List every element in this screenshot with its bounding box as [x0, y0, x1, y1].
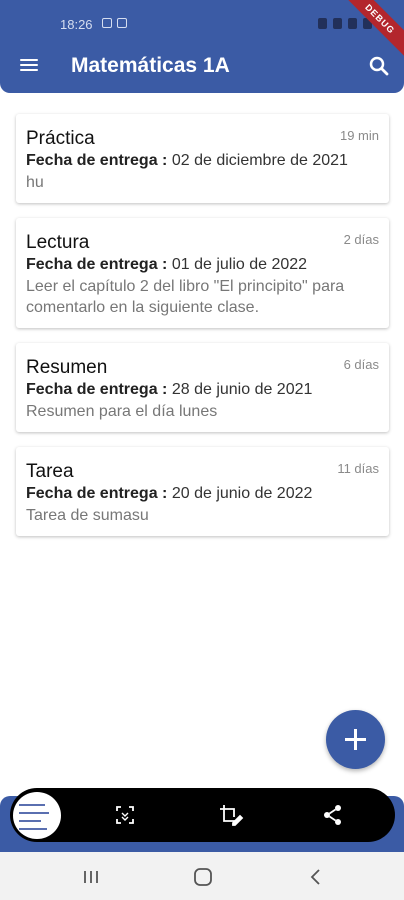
page-title: Matemáticas 1A: [71, 54, 230, 77]
list-item[interactable]: Lectura 2 días Fecha de entrega : 01 de …: [16, 218, 389, 328]
due-date: 20 de junio de 2022: [171, 485, 313, 502]
notification-icons: [102, 18, 127, 28]
assignment-time: 6 días: [343, 357, 379, 372]
back-icon[interactable]: [305, 866, 327, 888]
due-date-label: Fecha de entrega :: [26, 485, 168, 502]
due-date-label: Fecha de entrega :: [26, 381, 168, 398]
app-bar: 18:26 DEBUG Matemáticas 1A: [0, 0, 404, 93]
assignment-title: Práctica: [26, 128, 95, 149]
assignment-title: Resumen: [26, 357, 108, 378]
scroll-capture-icon[interactable]: [113, 803, 137, 827]
assignment-time: 2 días: [343, 232, 379, 247]
home-icon[interactable]: [192, 866, 214, 888]
list-item[interactable]: Tarea 11 días Fecha de entrega : 20 de j…: [16, 447, 389, 536]
menu-icon[interactable]: [18, 56, 40, 74]
assignment-title: Lectura: [26, 232, 90, 253]
screenshot-toolbar: [10, 788, 395, 842]
due-date-label: Fecha de entrega :: [26, 256, 168, 273]
due-date: 28 de junio de 2021: [171, 381, 313, 398]
recents-icon[interactable]: [80, 866, 102, 888]
status-time: 18:26: [60, 17, 93, 32]
assignment-time: 19 min: [339, 128, 379, 143]
system-navigation-bar: [0, 852, 404, 900]
assignment-description: Tarea de sumasu: [26, 507, 149, 524]
search-icon[interactable]: [368, 55, 390, 77]
crop-edit-icon[interactable]: [218, 803, 244, 827]
system-status-icons: [318, 18, 372, 29]
list-item[interactable]: Resumen 6 días Fecha de entrega : 28 de …: [16, 343, 389, 432]
due-date: 02 de diciembre de 2021: [171, 152, 348, 169]
due-date-label: Fecha de entrega :: [26, 152, 168, 169]
assignment-description: Leer el capítulo 2 del libro "El princip…: [26, 278, 345, 316]
status-bar: 18:26: [0, 10, 404, 36]
due-date: 01 de julio de 2022: [171, 256, 308, 273]
list-item[interactable]: Práctica 19 min Fecha de entrega : 02 de…: [16, 114, 389, 203]
assignment-description: hu: [26, 174, 44, 191]
add-assignment-button[interactable]: [326, 710, 385, 769]
assignment-description: Resumen para el día lunes: [26, 403, 218, 420]
screenshot-thumbnail[interactable]: [13, 792, 61, 839]
assignment-title: Tarea: [26, 461, 74, 482]
assignment-time: 11 días: [337, 461, 379, 476]
share-icon[interactable]: [321, 803, 345, 827]
